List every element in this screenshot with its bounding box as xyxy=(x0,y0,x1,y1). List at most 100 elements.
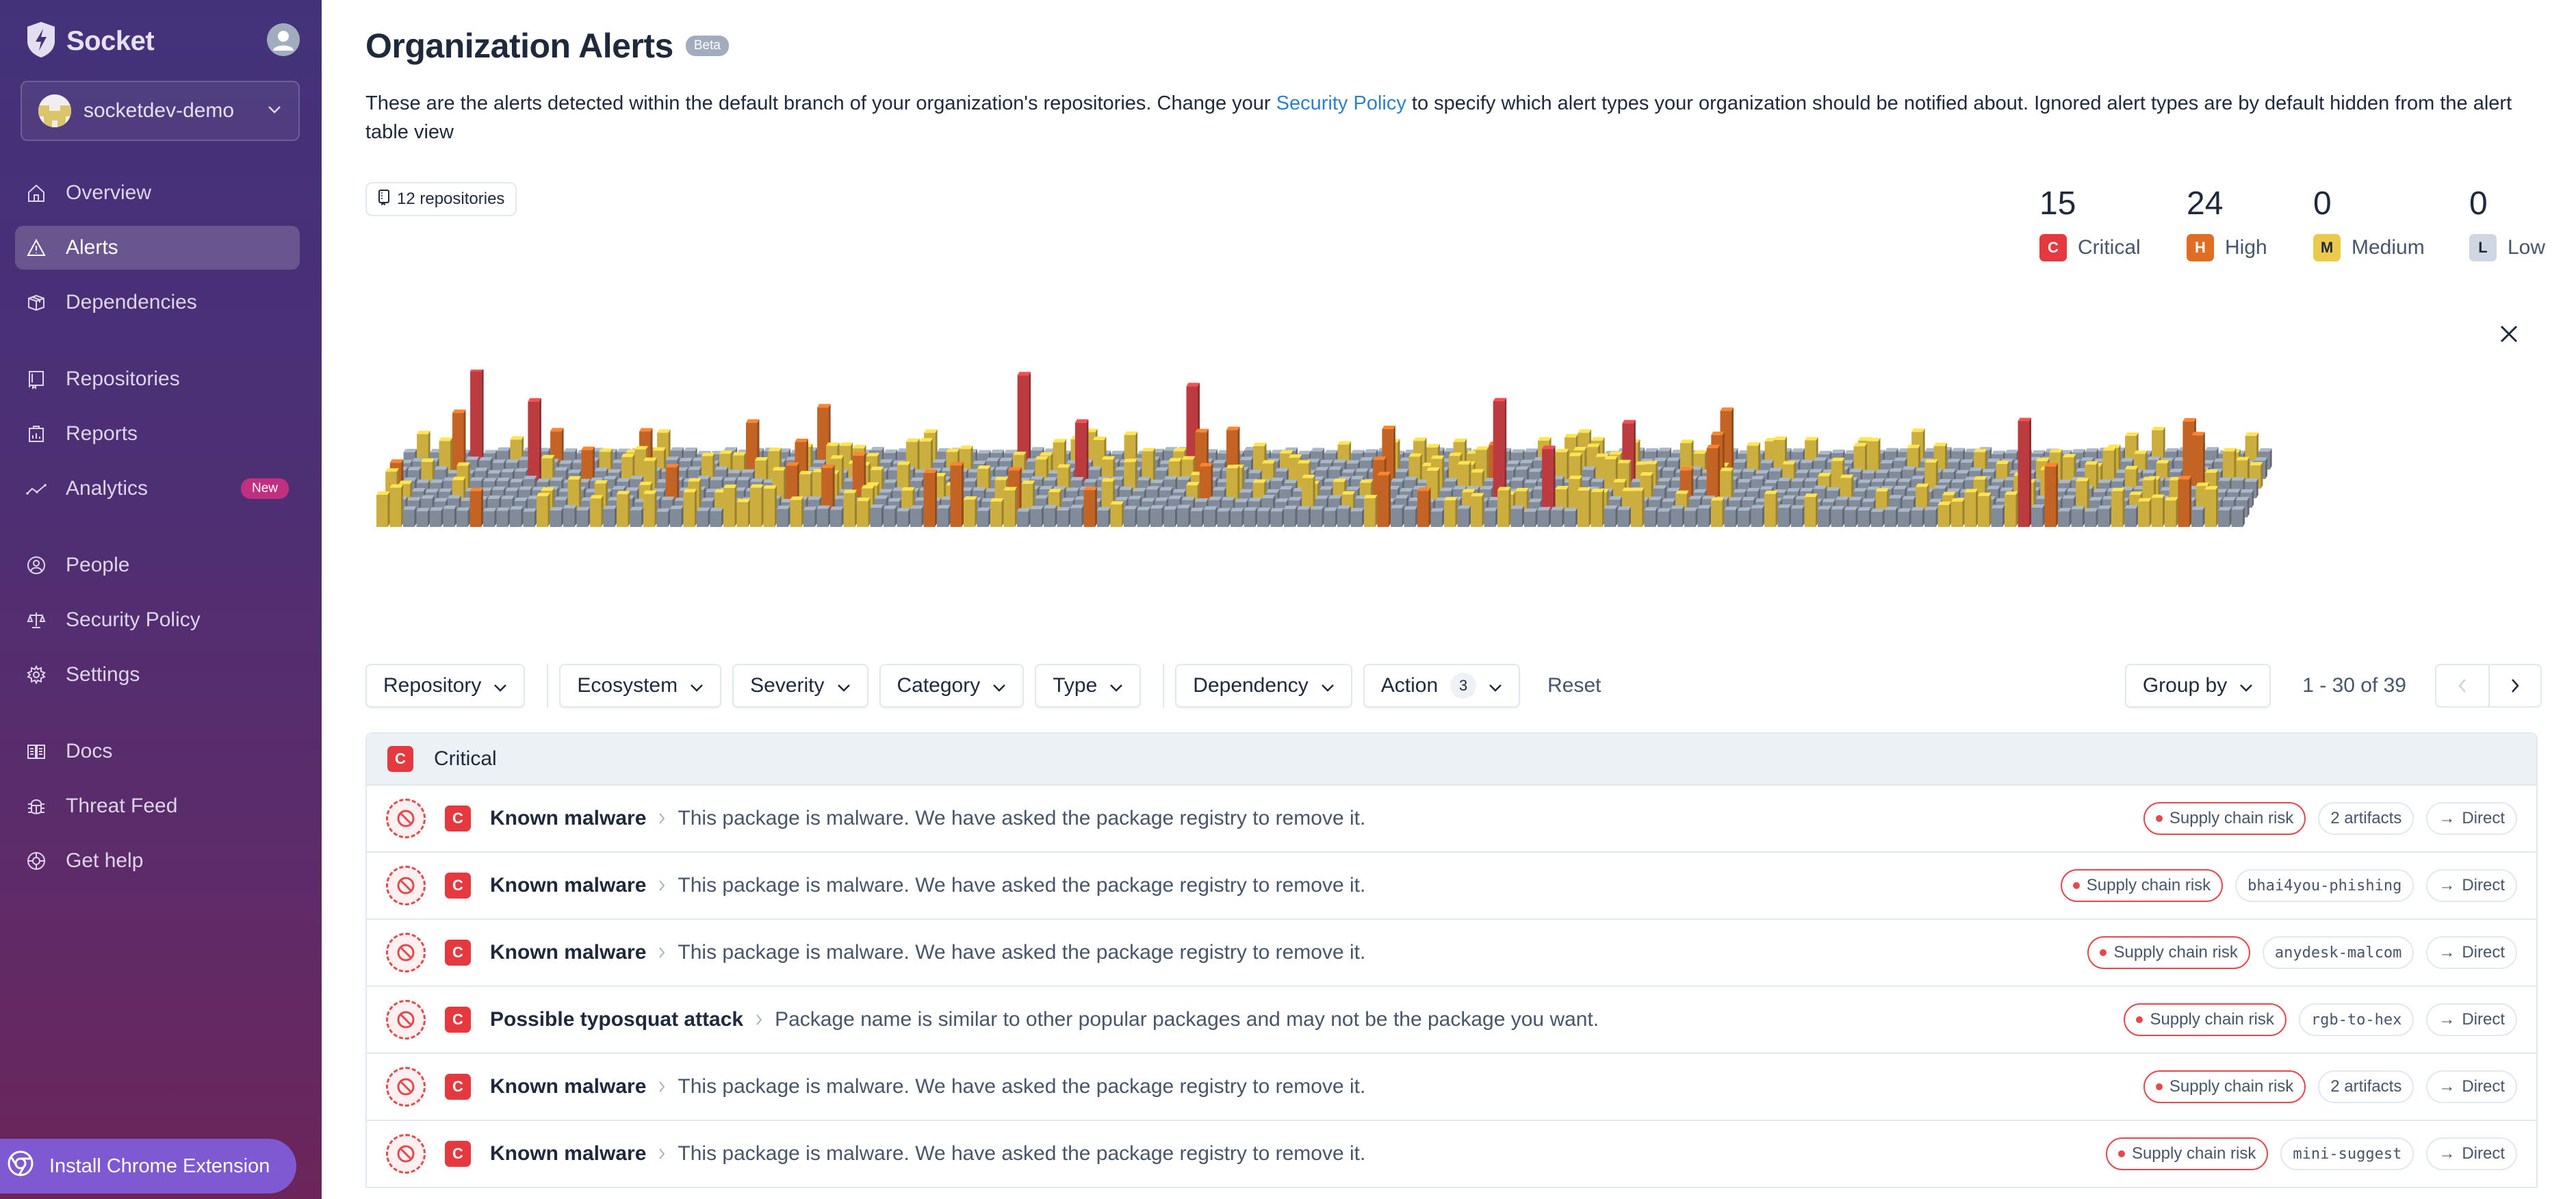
ignore-alert-button[interactable] xyxy=(386,799,426,838)
chevron-left-icon xyxy=(2458,679,2466,693)
viz-bar xyxy=(857,498,871,527)
socket-logo[interactable]: Socket xyxy=(25,21,155,62)
package-tag[interactable]: bhai4you-phishing xyxy=(2235,869,2414,902)
repository-filter-dropdown[interactable]: Repository xyxy=(365,664,526,708)
pagination xyxy=(2435,664,2542,708)
close-visualization-button[interactable] xyxy=(2495,320,2523,348)
package-tag[interactable]: mini-suggest xyxy=(2280,1137,2414,1170)
package-tag[interactable]: 2 artifacts xyxy=(2318,802,2414,835)
dependency-tag[interactable]: → Direct xyxy=(2426,936,2517,969)
dependency-tag[interactable]: → Direct xyxy=(2426,1070,2517,1103)
sidebar-item-threat-feed[interactable]: Threat Feed xyxy=(15,784,300,828)
description-text: These are the alerts detected within the… xyxy=(365,92,1276,114)
sidebar-item-alerts[interactable]: Alerts xyxy=(15,226,300,270)
package-tag[interactable]: rgb-to-hex xyxy=(2298,1003,2414,1036)
dependency-tag[interactable]: → Direct xyxy=(2426,1137,2517,1170)
warning-icon xyxy=(26,237,47,258)
ignore-alert-button[interactable] xyxy=(386,1000,426,1040)
arrow-right-icon: → xyxy=(2438,1010,2456,1029)
org-selector[interactable]: socketdev-demo xyxy=(21,81,300,141)
ignore-alert-button[interactable] xyxy=(386,1067,426,1107)
install-chrome-extension-button[interactable]: Install Chrome Extension xyxy=(0,1139,296,1194)
ecosystem-filter-dropdown[interactable]: Ecosystem xyxy=(559,664,722,708)
arrow-right-icon: → xyxy=(2438,1144,2456,1163)
viz-bar xyxy=(1471,493,1484,527)
alert-row[interactable]: C Known malware This package is malware. W… xyxy=(367,1121,2536,1188)
sidebar-item-security-policy[interactable]: Security Policy xyxy=(15,598,300,642)
viz-bar xyxy=(1311,506,1324,527)
package-tag[interactable]: anydesk-malcom xyxy=(2262,936,2414,969)
brand-name: Socket xyxy=(66,26,155,56)
sidebar-item-analytics[interactable]: Analytics New xyxy=(15,467,300,511)
sidebar-item-settings[interactable]: Settings xyxy=(15,653,300,697)
arrow-right-icon: → xyxy=(2438,809,2456,827)
new-badge: New xyxy=(240,478,289,499)
type-filter-dropdown[interactable]: Type xyxy=(1035,664,1142,708)
user-avatar[interactable] xyxy=(267,23,300,56)
dependency-tag[interactable]: → Direct xyxy=(2426,869,2517,902)
alert-row[interactable]: C Known malware This package is malware. W… xyxy=(367,1054,2536,1121)
next-page-button[interactable] xyxy=(2488,665,2540,706)
sidebar-item-get-help[interactable]: Get help xyxy=(15,839,300,883)
action-filter-count: 3 xyxy=(1450,673,1477,699)
package-tag[interactable]: 2 artifacts xyxy=(2318,1070,2414,1103)
category-tag[interactable]: Supply chain risk xyxy=(2105,1137,2269,1170)
sidebar-item-people[interactable]: People xyxy=(15,543,300,587)
severity-count-critical[interactable]: 15 C Critical xyxy=(2039,185,2187,261)
sidebar-item-dependencies[interactable]: Dependencies xyxy=(15,281,300,324)
chevron-down-icon xyxy=(267,105,282,118)
dependency-tag[interactable]: → Direct xyxy=(2426,802,2517,835)
viz-bar xyxy=(990,498,1004,527)
sidebar-item-overview[interactable]: Overview xyxy=(15,171,300,215)
severity-count-medium[interactable]: 0 M Medium xyxy=(2313,185,2469,261)
alerts-3d-visualization[interactable] xyxy=(363,370,2334,534)
dependency-tag[interactable]: → Direct xyxy=(2426,1003,2517,1036)
alert-row[interactable]: C Known malware This package is malware. W… xyxy=(367,920,2536,987)
category-tag[interactable]: Supply chain risk xyxy=(2087,936,2250,969)
viz-bar xyxy=(816,505,830,527)
viz-bar xyxy=(790,496,803,527)
security-policy-link[interactable]: Security Policy xyxy=(1276,92,1406,114)
previous-page-button[interactable] xyxy=(2436,665,2488,706)
sidebar-item-reports[interactable]: Reports xyxy=(15,412,300,456)
ignore-alert-button[interactable] xyxy=(386,866,426,905)
category-tag[interactable]: Supply chain risk xyxy=(2143,1070,2306,1103)
dependency-filter-dropdown[interactable]: Dependency xyxy=(1175,664,1352,708)
sidebar-item-label: Overview xyxy=(66,181,152,204)
arrow-right-icon: → xyxy=(2438,876,2456,894)
alert-row[interactable]: C Possible typosquat attack Package name i… xyxy=(367,987,2536,1054)
viz-bar xyxy=(1324,507,1337,527)
sidebar-item-repositories[interactable]: Repositories xyxy=(15,357,300,401)
reset-filters-button[interactable]: Reset xyxy=(1547,674,1601,697)
repositories-pill[interactable]: 12 repositories xyxy=(365,182,517,216)
viz-bar xyxy=(1350,508,1364,527)
ignore-alert-button[interactable] xyxy=(386,933,426,972)
chevron-right-icon xyxy=(658,875,665,897)
severity-count-low[interactable]: 0 L Low xyxy=(2469,185,2551,261)
filter-bar: Repository Ecosystem Severity Category Type D… xyxy=(365,664,2542,708)
category-tag[interactable]: Supply chain risk xyxy=(2060,869,2224,902)
alert-row[interactable]: C Known malware This package is malware. W… xyxy=(367,853,2536,920)
category-filter-dropdown[interactable]: Category xyxy=(879,664,1025,708)
group-by-dropdown[interactable]: Group by xyxy=(2124,664,2271,708)
sidebar-item-docs[interactable]: Docs xyxy=(15,730,300,773)
viz-bar xyxy=(483,508,497,527)
ignore-alert-button[interactable] xyxy=(386,1134,426,1174)
block-icon xyxy=(397,1145,415,1163)
category-label: Supply chain risk xyxy=(2086,876,2211,894)
viz-bar xyxy=(2151,494,2165,527)
alert-row[interactable]: C Known malware This package is malware. W… xyxy=(367,786,2536,853)
severity-group-header[interactable]: C Critical xyxy=(367,734,2536,786)
severity-count-high[interactable]: 24 H High xyxy=(2187,185,2313,261)
viz-bar xyxy=(1777,504,1791,527)
action-filter-dropdown[interactable]: Action 3 xyxy=(1363,664,1521,708)
severity-filter-dropdown[interactable]: Severity xyxy=(732,664,868,708)
critical-severity-chip: C xyxy=(445,1007,471,1033)
category-tag[interactable]: Supply chain risk xyxy=(2143,802,2306,835)
page-description: These are the alerts detected within the… xyxy=(365,89,2542,146)
viz-bar xyxy=(1791,505,1805,527)
viz-bar xyxy=(1364,495,1378,527)
category-tag[interactable]: Supply chain risk xyxy=(2124,1003,2287,1036)
viz-bar xyxy=(2031,504,2045,527)
viz-bar xyxy=(1137,506,1150,527)
